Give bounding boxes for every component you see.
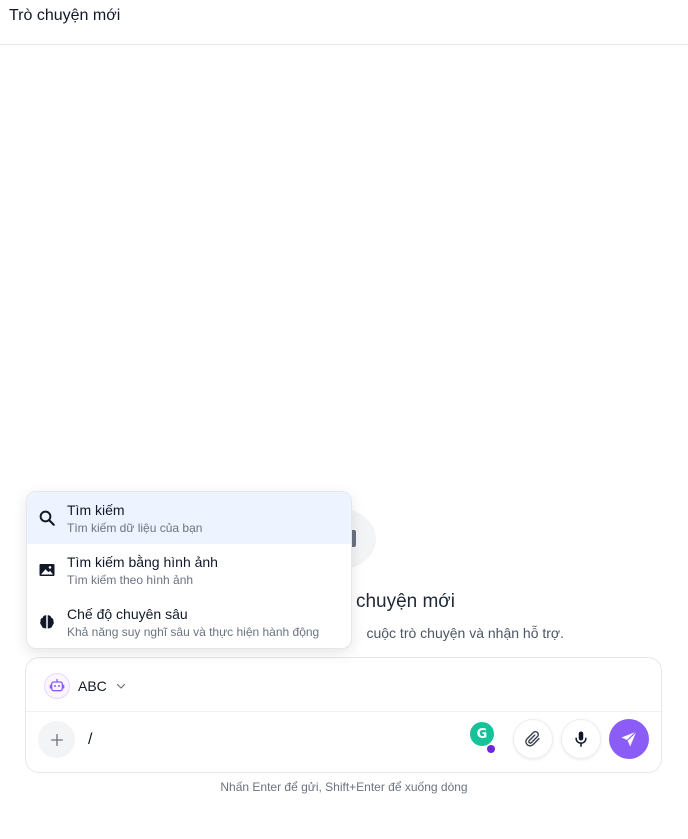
command-item-image-search[interactable]: Tìm kiếm bằng hình ảnh Tìm kiếm theo hìn… — [27, 544, 351, 596]
send-icon — [621, 731, 637, 747]
header: Trò chuyện mới — [0, 0, 688, 45]
command-item-description: Khả năng suy nghĩ sâu và thực hiện hành … — [67, 625, 320, 639]
command-item-label: Tìm kiếm — [67, 502, 125, 518]
chevron-down-icon — [116, 683, 125, 689]
grammarly-letter: G — [476, 726, 488, 742]
message-input[interactable] — [88, 728, 468, 752]
model-name: ABC — [78, 678, 107, 694]
bot-avatar — [44, 673, 70, 699]
grammarly-status-dot — [487, 745, 495, 753]
attach-button[interactable] — [513, 719, 553, 759]
brain-icon — [40, 615, 54, 629]
microphone-icon — [575, 731, 587, 747]
add-button[interactable] — [38, 721, 75, 758]
command-menu: Tìm kiếm Tìm kiếm dữ liệu của bạn Tìm ki… — [26, 491, 352, 649]
model-selector[interactable]: ABC — [44, 673, 127, 699]
send-button[interactable] — [609, 719, 649, 759]
robot-icon — [49, 679, 65, 692]
grammarly-button[interactable]: G — [470, 722, 494, 746]
page-title: Trò chuyện mới — [9, 7, 121, 24]
command-item-deep-mode[interactable]: Chế độ chuyên sâu Khả năng suy nghĩ sâu … — [27, 596, 351, 648]
command-item-search[interactable]: Tìm kiếm Tìm kiếm dữ liệu của bạn — [27, 492, 351, 544]
microphone-button[interactable] — [561, 719, 601, 759]
image-icon — [39, 564, 55, 576]
search-icon — [39, 510, 55, 526]
command-item-label: Chế độ chuyên sâu — [67, 606, 188, 622]
command-item-description: Tìm kiếm dữ liệu của bạn — [67, 521, 203, 535]
message-composer: ABC G — [25, 657, 662, 773]
keyboard-hint: Nhấn Enter để gửi, Shift+Enter để xuống … — [220, 780, 468, 794]
command-item-description: Tìm kiếm theo hình ảnh — [67, 573, 194, 587]
command-item-label: Tìm kiếm bằng hình ảnh — [67, 554, 218, 570]
paperclip-icon — [525, 730, 540, 747]
plus-icon — [50, 733, 63, 746]
model-row: ABC — [26, 658, 661, 712]
